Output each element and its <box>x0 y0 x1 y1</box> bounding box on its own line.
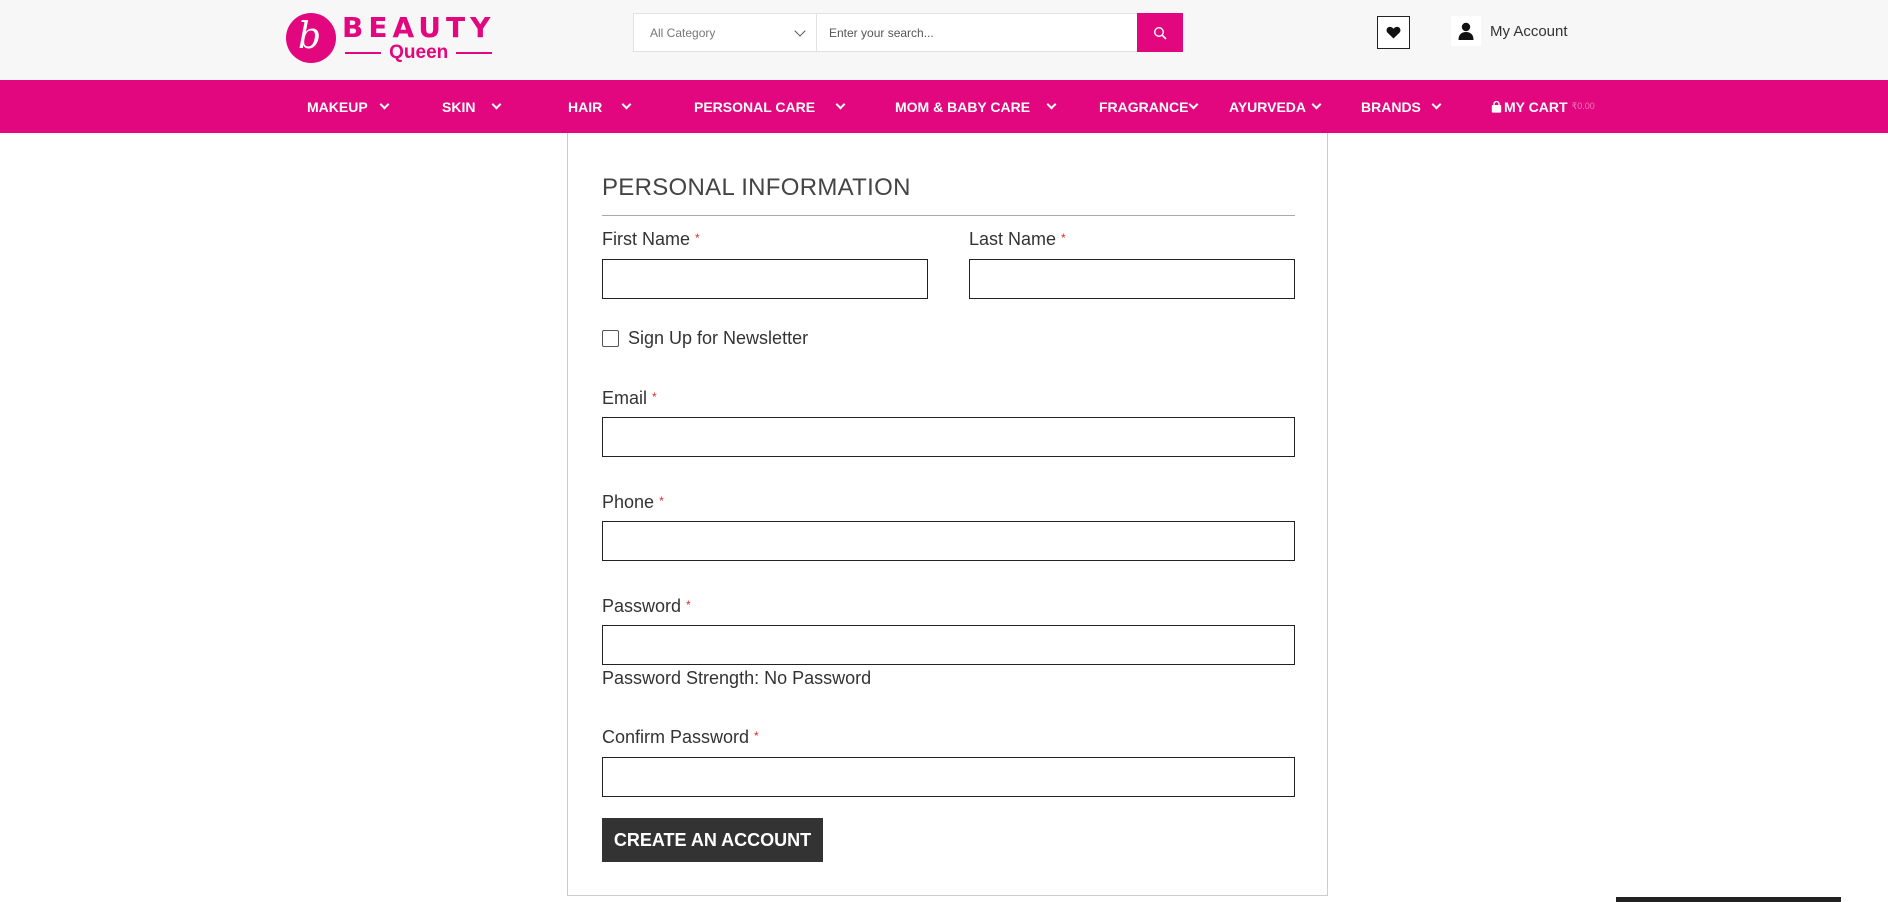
confirm-password-label: Confirm Password * <box>602 727 759 747</box>
category-select-value: All Category <box>650 25 716 40</box>
my-account-link[interactable]: My Account <box>1451 16 1568 46</box>
first-name-field[interactable] <box>602 259 928 299</box>
nav-item-label: SKIN <box>442 98 476 115</box>
email-label: Email * <box>602 388 657 408</box>
heart-icon <box>1386 26 1401 39</box>
nav-item-label: HAIR <box>568 98 603 115</box>
search-bar: All Category <box>633 13 1183 52</box>
logo-mark: b <box>286 13 336 63</box>
logo-name-bottom: Queen <box>389 41 449 63</box>
user-icon <box>1451 16 1481 46</box>
chevron-down-icon <box>1431 99 1442 109</box>
category-select[interactable]: All Category <box>634 14 817 51</box>
newsletter-checkbox[interactable] <box>602 330 619 347</box>
search-button[interactable] <box>1137 13 1183 52</box>
chevron-down-icon <box>1189 99 1199 109</box>
site-header: b BEAUTY Queen All Category Enter your s… <box>0 0 1888 80</box>
search-icon <box>1153 26 1167 39</box>
main-nav: MAKEUP SKIN HAIR PERSONAL CARE MOM & BAB… <box>0 80 1888 133</box>
my-account-label: My Account <box>1490 22 1568 40</box>
floating-widget-edge[interactable] <box>1616 897 1841 902</box>
wishlist-button[interactable] <box>1377 16 1410 49</box>
logo-divider-right <box>456 51 493 54</box>
required-marker: * <box>695 231 700 245</box>
nav-item-mom-baby-care[interactable]: MOM & BABY CARE <box>895 80 1057 133</box>
section-divider <box>602 215 1295 216</box>
email-field[interactable] <box>602 417 1295 457</box>
logo-letter: b <box>298 16 322 57</box>
nav-item-label: BRANDS <box>1361 98 1421 115</box>
nav-item-label: FRAGRANCE <box>1099 98 1189 115</box>
first-name-label: First Name * <box>602 229 700 249</box>
confirm-password-field[interactable] <box>602 757 1295 797</box>
required-marker: * <box>1061 231 1066 245</box>
create-account-button[interactable]: CREATE AN ACCOUNT <box>602 818 823 862</box>
nav-item-fragrance[interactable]: FRAGRANCE <box>1099 80 1199 133</box>
nav-item-brands[interactable]: BRANDS <box>1361 80 1442 133</box>
cart-label: MY CART <box>1504 98 1568 115</box>
last-name-label: Last Name * <box>969 229 1066 249</box>
chevron-down-icon <box>379 99 390 109</box>
required-marker: * <box>652 390 657 404</box>
chevron-down-icon <box>1311 99 1322 109</box>
logo-name-top: BEAUTY <box>342 10 496 44</box>
nav-item-makeup[interactable]: MAKEUP <box>307 80 390 133</box>
required-marker: * <box>659 494 664 508</box>
bag-icon <box>1491 100 1502 113</box>
cart-total: ₹0.00 <box>1571 101 1595 111</box>
nav-item-label: MAKEUP <box>307 98 368 115</box>
required-marker: * <box>754 729 759 743</box>
search-input[interactable] <box>817 14 1137 51</box>
chevron-down-icon <box>835 99 846 109</box>
last-name-field[interactable] <box>969 259 1295 299</box>
chevron-down-icon <box>492 99 502 109</box>
brand-logo[interactable]: b BEAUTY Queen <box>286 10 506 66</box>
newsletter-label[interactable]: Sign Up for Newsletter <box>628 328 808 349</box>
required-marker: * <box>686 598 691 612</box>
logo-wordmark: BEAUTY Queen <box>342 10 496 63</box>
password-strength-meter: Password Strength: No Password <box>602 668 872 688</box>
nav-item-label: MOM & BABY CARE <box>895 98 1031 115</box>
nav-item-label: PERSONAL CARE <box>694 98 816 115</box>
chevron-down-icon <box>621 99 632 109</box>
phone-field[interactable] <box>602 521 1295 561</box>
chevron-down-icon <box>794 24 806 37</box>
nav-item-ayurveda[interactable]: AYURVEDA <box>1229 80 1322 133</box>
nav-item-hair[interactable]: HAIR <box>568 80 632 133</box>
registration-form: PERSONAL INFORMATION First Name * Last Na… <box>567 133 1328 896</box>
phone-label: Phone * <box>602 492 664 512</box>
nav-item-personal-care[interactable]: PERSONAL CARE <box>694 80 846 133</box>
nav-item-label: AYURVEDA <box>1229 98 1307 115</box>
my-cart-link[interactable]: MY CART ₹0.00 <box>1491 80 1595 133</box>
password-field[interactable] <box>602 625 1295 665</box>
nav-item-skin[interactable]: SKIN <box>442 80 502 133</box>
logo-divider-left <box>345 51 382 54</box>
chevron-down-icon <box>1046 99 1057 109</box>
password-label: Password * <box>602 596 691 616</box>
section-title: PERSONAL INFORMATION <box>602 174 911 201</box>
